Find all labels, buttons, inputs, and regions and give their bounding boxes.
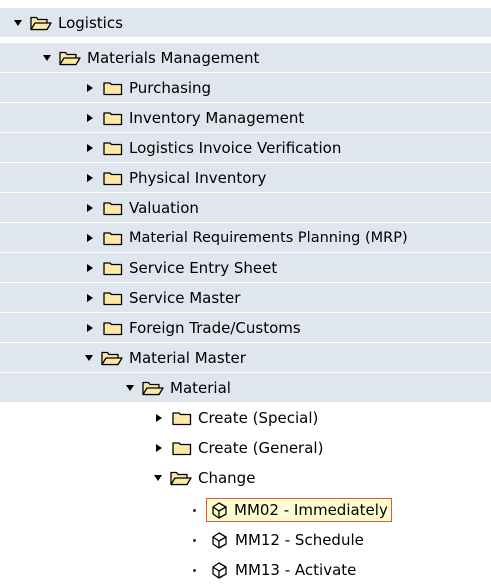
- folder-icon: [103, 200, 123, 216]
- collapse-arrow-icon[interactable]: [87, 324, 93, 332]
- tree-row-mm02[interactable]: MM02 - Immediately: [0, 495, 491, 525]
- tree-node-label[interactable]: MM13 - Activate: [235, 562, 356, 578]
- collapse-arrow-icon[interactable]: [87, 264, 93, 272]
- folder-icon: [103, 170, 123, 186]
- tree-node-label[interactable]: Change: [198, 470, 255, 486]
- folder-icon: [103, 140, 123, 156]
- tree-node-label[interactable]: Create (Special): [198, 410, 318, 426]
- tree-row-inventory-management[interactable]: Inventory Management: [0, 103, 491, 133]
- collapse-arrow-icon[interactable]: [87, 204, 93, 212]
- tree-row-foreign-trade-customs[interactable]: Foreign Trade/Customs: [0, 313, 491, 343]
- tree-node-label[interactable]: Purchasing: [129, 80, 211, 96]
- tree-row-logistics-invoice-verification[interactable]: Logistics Invoice Verification: [0, 133, 491, 163]
- folder-icon: [103, 320, 123, 336]
- collapse-arrow-icon[interactable]: [87, 234, 93, 242]
- expand-arrow-icon[interactable]: [154, 475, 162, 481]
- expand-arrow-icon[interactable]: [43, 55, 51, 61]
- collapse-arrow-icon[interactable]: [87, 114, 93, 122]
- tree-row-material[interactable]: Material: [0, 373, 491, 403]
- tree-row-mrp[interactable]: Material Requirements Planning (MRP): [0, 223, 491, 253]
- tree-row-logistics[interactable]: Logistics: [0, 8, 491, 38]
- folder-open-icon: [142, 380, 164, 396]
- tree-node-label[interactable]: Material: [170, 380, 231, 396]
- tree-row-create-general[interactable]: Create (General): [0, 433, 491, 463]
- expand-arrow-icon[interactable]: [85, 355, 93, 361]
- tree-row-physical-inventory[interactable]: Physical Inventory: [0, 163, 491, 193]
- folder-open-icon: [59, 50, 81, 66]
- tree-row-materials-management[interactable]: Materials Management: [0, 43, 491, 73]
- transaction-cube-icon: [209, 561, 229, 579]
- collapse-arrow-icon[interactable]: [156, 444, 162, 452]
- tree-node-label[interactable]: Logistics: [58, 15, 123, 31]
- transaction-label: MM02 - Immediately: [234, 500, 388, 519]
- tree-node-label[interactable]: MM12 - Schedule: [235, 532, 364, 548]
- folder-open-icon: [101, 350, 123, 366]
- tree-node-label[interactable]: Foreign Trade/Customs: [129, 320, 301, 336]
- expand-arrow-icon[interactable]: [14, 20, 22, 26]
- folder-open-icon: [30, 15, 52, 31]
- tree-row-mm12[interactable]: MM12 - Schedule: [0, 525, 491, 555]
- tree-node-label[interactable]: Inventory Management: [129, 110, 304, 126]
- tree-node-label[interactable]: Service Master: [129, 290, 240, 306]
- tree-row-valuation[interactable]: Valuation: [0, 193, 491, 223]
- tree-row-create-special[interactable]: Create (Special): [0, 403, 491, 433]
- collapse-arrow-icon[interactable]: [87, 294, 93, 302]
- collapse-arrow-icon[interactable]: [87, 144, 93, 152]
- tree-node-label[interactable]: Physical Inventory: [129, 170, 266, 186]
- bullet-icon: [193, 568, 196, 572]
- folder-icon: [172, 440, 192, 456]
- tree-row-service-master[interactable]: Service Master: [0, 283, 491, 313]
- folder-icon: [103, 80, 123, 96]
- tree-row-material-master[interactable]: Material Master: [0, 343, 491, 373]
- tree-node-label[interactable]: Create (General): [198, 440, 323, 456]
- folder-icon: [103, 290, 123, 306]
- folder-icon: [172, 410, 192, 426]
- tree-node-label[interactable]: Service Entry Sheet: [129, 260, 277, 276]
- tree-row-service-entry-sheet[interactable]: Service Entry Sheet: [0, 253, 491, 283]
- tree-node-label[interactable]: Valuation: [129, 200, 199, 216]
- tree-row-change[interactable]: Change: [0, 463, 491, 493]
- collapse-arrow-icon[interactable]: [87, 84, 93, 92]
- tree-node-label[interactable]: Material Master: [129, 350, 246, 366]
- collapse-arrow-icon[interactable]: [87, 174, 93, 182]
- tree-node-label[interactable]: Materials Management: [87, 50, 259, 66]
- bullet-icon: [193, 508, 196, 512]
- collapse-arrow-icon[interactable]: [156, 414, 162, 422]
- transaction-cube-icon: [209, 501, 229, 519]
- folder-icon: [103, 110, 123, 126]
- folder-icon: [103, 260, 123, 276]
- tree-node-label[interactable]: Logistics Invoice Verification: [129, 140, 341, 156]
- expand-arrow-icon[interactable]: [126, 385, 134, 391]
- tree-node-label[interactable]: Material Requirements Planning (MRP): [129, 231, 408, 246]
- folder-open-icon: [170, 470, 192, 486]
- tree-row-purchasing[interactable]: Purchasing: [0, 73, 491, 103]
- transaction-cube-icon: [209, 531, 229, 549]
- tree-node-label-selected[interactable]: MM02 - Immediately: [206, 498, 392, 522]
- folder-icon: [103, 230, 123, 246]
- bullet-icon: [193, 538, 196, 542]
